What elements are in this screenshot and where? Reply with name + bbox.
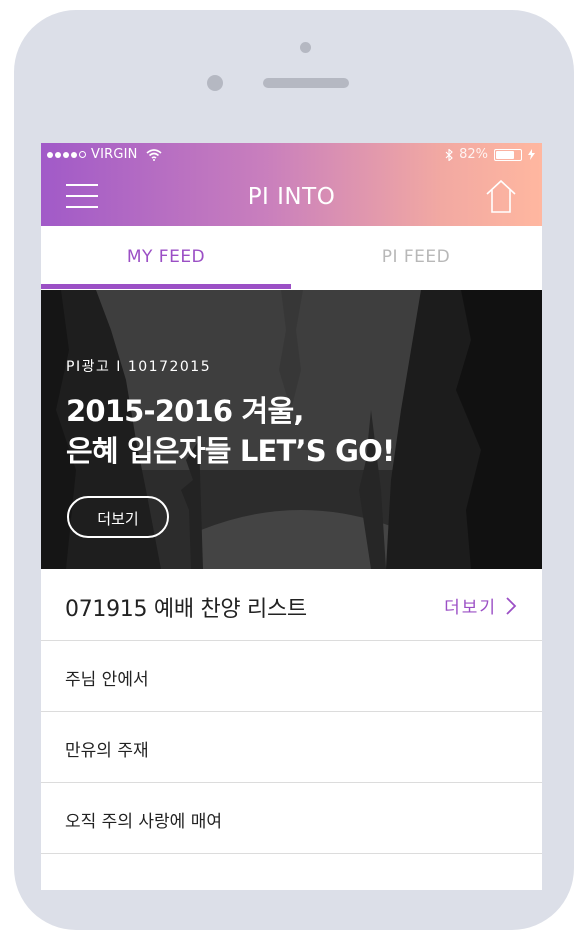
battery-percent: 82% bbox=[459, 147, 488, 162]
signal-dot-icon bbox=[71, 151, 77, 158]
playlist-item[interactable]: 주님 안에서 bbox=[41, 641, 542, 712]
playlist-item[interactable]: 오직 주의 사랑에 매여 bbox=[41, 783, 542, 854]
feed-tabs: MY FEED PI FEED bbox=[41, 226, 542, 290]
signal-dot-icon bbox=[55, 151, 61, 158]
carrier-name: VIRGIN bbox=[91, 147, 138, 162]
charging-icon bbox=[528, 149, 535, 160]
banner-more-button[interactable]: 더보기 bbox=[67, 496, 169, 538]
app-screen: VIRGIN 82% PI INTO MY FEED PI FEED PI광고 … bbox=[41, 143, 542, 890]
playlist-header: 071915 예배 찬양 리스트 더보기 bbox=[41, 569, 542, 641]
signal-dot-empty-icon bbox=[79, 151, 86, 158]
chevron-right-icon bbox=[506, 596, 517, 615]
active-tab-indicator bbox=[41, 284, 291, 289]
status-right: 82% bbox=[445, 147, 535, 162]
tab-pi-feed[interactable]: PI FEED bbox=[291, 226, 541, 290]
signal-dot-icon bbox=[47, 151, 53, 158]
battery-icon bbox=[494, 148, 522, 161]
banner-title-line-1: 2015-2016 겨울, bbox=[66, 394, 304, 428]
playlist-item[interactable]: 만유의 주재 bbox=[41, 712, 542, 783]
speaker-grille bbox=[263, 78, 349, 88]
playlist-item-label: 주님 안에서 bbox=[65, 670, 149, 690]
camera-dot bbox=[300, 42, 311, 53]
promo-banner: PI광고 I 10172015 2015-2016 겨울, 은혜 입은자들 LE… bbox=[41, 290, 542, 569]
banner-caption: PI광고 I 10172015 bbox=[66, 359, 212, 375]
playlist-more-link[interactable]: 더보기 bbox=[444, 593, 517, 618]
app-header: VIRGIN 82% PI INTO bbox=[41, 143, 542, 226]
app-title: PI INTO bbox=[247, 184, 336, 210]
sensor-dot bbox=[207, 75, 223, 91]
banner-title: 2015-2016 겨울, 은혜 입은자들 LET’S GO! bbox=[66, 391, 395, 471]
signal-dot-icon bbox=[63, 151, 69, 158]
bluetooth-icon bbox=[445, 148, 453, 161]
playlist-item-label: 오직 주의 사랑에 매여 bbox=[65, 812, 222, 832]
tab-my-feed[interactable]: MY FEED bbox=[41, 226, 291, 290]
status-bar: VIRGIN 82% bbox=[41, 143, 542, 168]
nav-bar: PI INTO bbox=[41, 168, 542, 226]
home-icon[interactable] bbox=[484, 178, 518, 214]
banner-title-line-2: 은혜 입은자들 LET’S GO! bbox=[66, 434, 395, 468]
playlist-item-label: 만유의 주재 bbox=[65, 741, 149, 761]
carrier-info: VIRGIN bbox=[47, 147, 162, 162]
playlist-title: 071915 예배 찬양 리스트 bbox=[65, 597, 307, 622]
wifi-icon bbox=[146, 148, 162, 161]
playlist-more-label: 더보기 bbox=[444, 598, 497, 618]
